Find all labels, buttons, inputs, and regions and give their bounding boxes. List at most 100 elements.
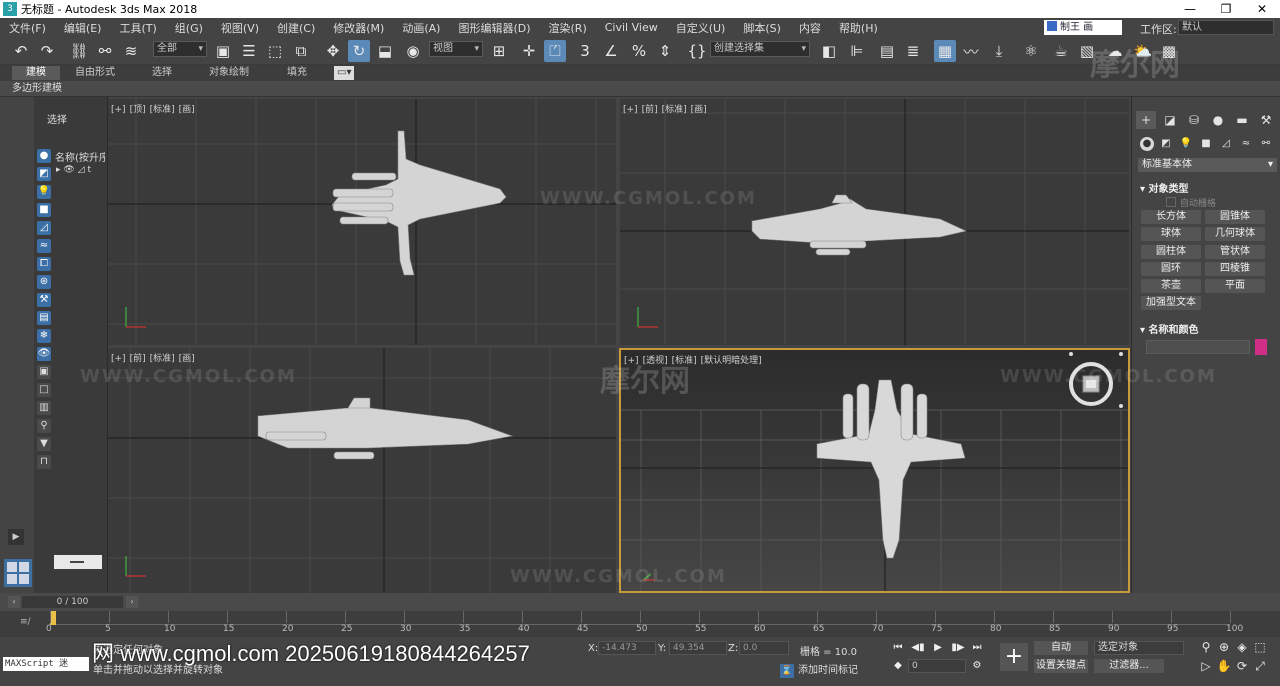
containers-filter-icon[interactable]: ▤ [37, 311, 51, 325]
vp-pov[interactable]: [顶] [130, 105, 146, 115]
tab-populate[interactable]: 填充 [287, 66, 307, 80]
motion-tab-icon[interactable]: ● [1208, 111, 1228, 129]
find-icon[interactable]: ⚲ [37, 419, 51, 433]
key-filters-button[interactable]: 过滤器... [1094, 659, 1164, 673]
set-key-button[interactable]: 设置关键点 [1034, 659, 1088, 673]
align-icon[interactable]: ⊫ [846, 40, 868, 62]
menu-create[interactable]: 创建(C) [268, 20, 324, 36]
menu-content[interactable]: 内容 [790, 20, 830, 36]
shapes-filter-icon[interactable]: ◩ [37, 167, 51, 181]
user-account-dropdown[interactable]: 制王 画 [1044, 20, 1122, 35]
display-tab-icon[interactable]: ▬ [1232, 111, 1252, 129]
textplus-button[interactable]: 加强型文本 [1141, 296, 1201, 310]
x-coordinate-field[interactable]: -14.473 [598, 641, 656, 655]
menu-civil-view[interactable]: Civil View [596, 21, 667, 34]
pyramid-button[interactable]: 四棱锥 [1205, 262, 1265, 276]
mirror-icon[interactable]: ◧ [818, 40, 840, 62]
helpers-filter-icon[interactable]: ◿ [37, 221, 51, 235]
zoom-all-icon[interactable]: ⊕ [1216, 639, 1232, 655]
vp-shading[interactable]: [默认明暗处理] [701, 356, 762, 366]
menu-scripting[interactable]: 脚本(S) [734, 20, 790, 36]
systems-icon[interactable]: ⚯ [1258, 135, 1274, 153]
shapes-icon[interactable]: ◩ [1158, 135, 1174, 153]
unlink-icon[interactable]: ⚯ [94, 40, 116, 62]
viewport-top[interactable]: [+] [顶] [标准] [画] [108, 99, 616, 345]
frozen-filter-icon[interactable]: ❄ [37, 329, 51, 343]
edit-named-selection-icon[interactable]: {} [686, 40, 708, 62]
track-bar[interactable]: ≡∕ 0 5 10 15 20 25 30 35 40 45 50 55 60 65 70 75 80 85 90 9… [0, 611, 1280, 637]
move-icon[interactable]: ✥ [322, 40, 344, 62]
zoom-icon[interactable]: ⚲ [1198, 639, 1214, 655]
vp-standard[interactable]: [标准] [150, 354, 175, 364]
field-of-view-icon[interactable]: ▷ [1198, 658, 1214, 674]
tab-modeling[interactable]: 建模 [12, 66, 60, 80]
lights-filter-icon[interactable]: 💡 [37, 185, 51, 199]
auto-grid-checkbox[interactable]: 自动栅格 [1166, 196, 1216, 209]
maxscript-listener[interactable]: MAXScript 迷 [3, 657, 89, 671]
y-coordinate-field[interactable]: 49.354 [669, 641, 727, 655]
curve-editor-icon[interactable]: 〰 [960, 40, 982, 62]
go-to-start-icon[interactable]: ⏮ [891, 641, 905, 655]
explorer-selector[interactable] [54, 555, 102, 569]
tab-selection[interactable]: 选择 [152, 66, 172, 80]
add-time-tag[interactable]: 添加时间标记 [780, 661, 858, 678]
window-crossing-icon[interactable]: ⧉ [290, 40, 312, 62]
vp-standard[interactable]: [标准] [150, 105, 175, 115]
plane-button[interactable]: 平面 [1205, 279, 1265, 293]
menu-edit[interactable]: 编辑(E) [55, 20, 111, 36]
menu-graph-editors[interactable]: 图形编辑器(D) [449, 20, 539, 36]
vp-menu[interactable]: [+] [111, 105, 126, 115]
viewport-front-label[interactable]: [+] [前] [标准] [画] [623, 102, 711, 115]
ribbon-options-icon[interactable]: ▭▾ [334, 66, 355, 80]
groups-filter-icon[interactable]: ⧠ [37, 257, 51, 271]
menu-modifiers[interactable]: 修改器(M) [324, 20, 393, 36]
zoom-extents-icon[interactable]: ◈ [1234, 639, 1250, 655]
selection-filter-select[interactable]: 全部 [153, 41, 207, 57]
key-mode-icon[interactable]: ◆ [891, 659, 905, 673]
menu-rendering[interactable]: 渲染(R) [540, 20, 596, 36]
teapot-button[interactable]: 茶壶 [1141, 279, 1201, 293]
go-to-end-icon[interactable]: ⏭ [970, 641, 984, 655]
vp-menu[interactable]: [+] [623, 105, 638, 115]
time-prev-arrow[interactable]: ‹ [8, 596, 20, 608]
pivot-center-icon[interactable]: ⊞ [488, 40, 510, 62]
z-coordinate-field[interactable]: 0.0 [739, 641, 789, 655]
scale-icon[interactable]: ⬓ [374, 40, 396, 62]
cameras-filter-icon[interactable]: ■ [37, 203, 51, 217]
torus-button[interactable]: 圆环 [1141, 262, 1201, 276]
display-all-icon[interactable]: ▣ [37, 365, 51, 379]
select-manipulate-icon[interactable]: ✛ [518, 40, 540, 62]
lights-icon[interactable]: 💡 [1178, 135, 1194, 153]
geometry-icon[interactable]: ● [1140, 137, 1154, 151]
sphere-button[interactable]: 球体 [1141, 227, 1201, 241]
keyboard-shortcut-override-icon[interactable]: ⏍ [544, 40, 566, 62]
explorer-row[interactable]: ▸ 👁 ◿ t [56, 165, 91, 175]
placement-icon[interactable]: ◉ [402, 40, 424, 62]
undo-icon[interactable]: ↶ [10, 40, 32, 62]
mini-curve-editor-icon[interactable]: ≡∕ [20, 617, 31, 627]
menu-group[interactable]: 组(G) [166, 20, 212, 36]
tab-object-paint[interactable]: 对象绘制 [209, 66, 249, 80]
named-selection-select[interactable]: 创建选择集 [710, 41, 810, 57]
time-configuration-icon[interactable]: ⚙ [970, 659, 984, 673]
utilities-tab-icon[interactable]: ⚒ [1256, 111, 1276, 129]
percent-snap-icon[interactable]: % [628, 40, 650, 62]
link-icon[interactable]: ⛓ [68, 40, 90, 62]
spinner-snap-icon[interactable]: ⇕ [654, 40, 676, 62]
material-editor-icon[interactable]: ⚛ [1020, 40, 1042, 62]
helpers-icon[interactable]: ◿ [1218, 135, 1234, 153]
current-frame-field[interactable]: 0 [908, 659, 966, 673]
scene-explorer-icon[interactable]: ▤ [876, 40, 898, 62]
vp-pov[interactable]: [前] [130, 354, 146, 364]
maximize-viewport-icon[interactable]: ⤢ [1252, 658, 1268, 674]
viewport-layout-icon[interactable] [4, 559, 32, 587]
vp-menu[interactable]: [+] [111, 354, 126, 364]
spacewarps-icon[interactable]: ≈ [1238, 135, 1254, 153]
pan-view-icon[interactable]: ✋ [1216, 658, 1232, 674]
select-by-name-icon[interactable]: ☰ [238, 40, 260, 62]
tube-button[interactable]: 管状体 [1205, 245, 1265, 259]
menu-customize[interactable]: 自定义(U) [667, 20, 735, 36]
geometry-filter-icon[interactable]: ● [37, 149, 51, 163]
tab-freeform[interactable]: 自由形式 [75, 66, 115, 80]
polygon-modeling-panel[interactable]: 多边形建模 [0, 81, 1280, 97]
